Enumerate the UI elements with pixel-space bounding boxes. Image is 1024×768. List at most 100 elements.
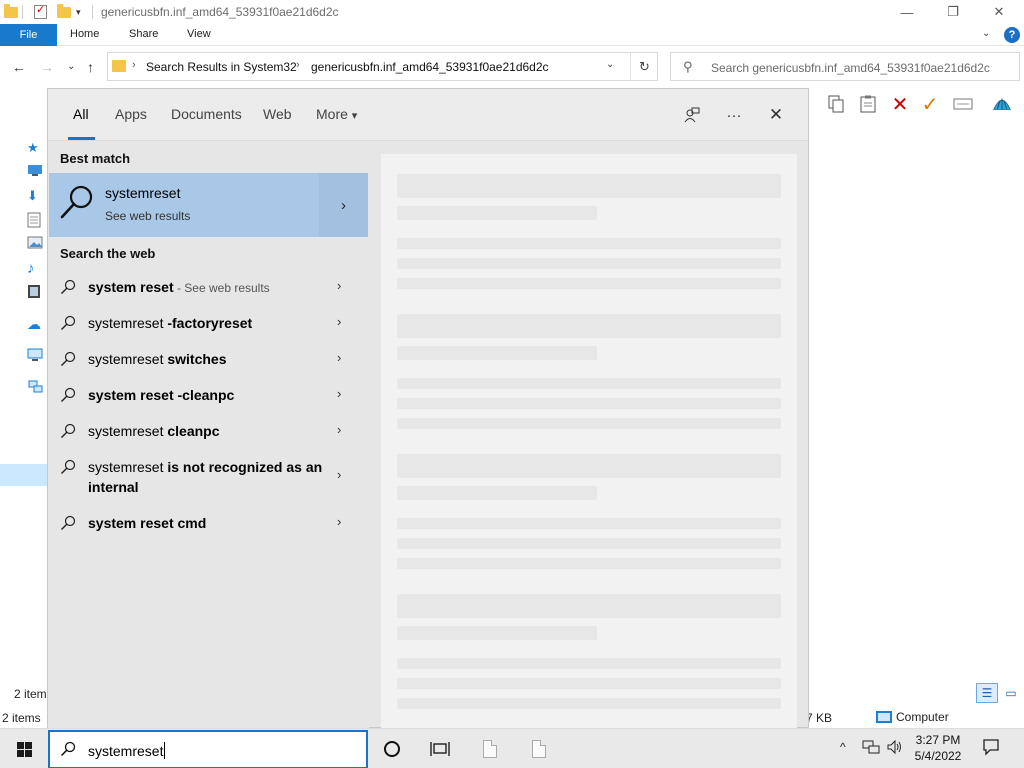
paste-icon[interactable]: [858, 94, 878, 114]
documents-icon[interactable]: [27, 212, 43, 228]
cortana-button[interactable]: [370, 729, 414, 768]
results-pane: Best match systemreset See web results ›…: [48, 142, 369, 729]
best-match-expand-button[interactable]: ›: [319, 173, 368, 237]
suggestion-completion: system reset cmd: [88, 515, 207, 531]
rename-icon[interactable]: [953, 94, 973, 114]
quick-access-icon[interactable]: ★: [27, 140, 43, 155]
delete-icon[interactable]: ✕: [890, 94, 910, 116]
web-suggestion-item[interactable]: system reset -cleanpc ›: [48, 385, 368, 405]
shell-icon[interactable]: [992, 94, 1012, 114]
web-suggestion-item[interactable]: systemreset switches ›: [48, 349, 368, 369]
more-options-button[interactable]: ···: [722, 103, 746, 127]
loading-placeholder-bar: [397, 698, 781, 709]
refresh-button[interactable]: ↻: [630, 53, 658, 80]
task-view-icon: [430, 742, 450, 756]
system-clock[interactable]: 3:27 PM 5/4/2022: [906, 732, 970, 764]
chevron-right-icon[interactable]: ›: [337, 314, 341, 329]
network-tray-icon[interactable]: [862, 739, 880, 758]
tab-home[interactable]: Home: [70, 28, 99, 40]
computer-icon: [876, 711, 892, 723]
taskbar: systemreset ^ 3:27 PM 5/4/2022: [0, 728, 1024, 768]
tab-all[interactable]: All: [73, 106, 89, 122]
downloads-icon[interactable]: ⬇: [27, 188, 43, 203]
videos-icon[interactable]: [27, 284, 43, 298]
start-button[interactable]: [0, 729, 48, 768]
tab-apps[interactable]: Apps: [115, 106, 147, 122]
suggestion-completion: -factoryreset: [167, 315, 253, 331]
status-location-label: Computer: [896, 710, 949, 724]
details-view-button[interactable]: ☰: [976, 683, 998, 703]
close-flyout-button[interactable]: ✕: [764, 103, 788, 127]
web-suggestion-item[interactable]: systemreset is not recognized as an inte…: [48, 457, 368, 497]
web-suggestion-text: systemreset -factoryreset: [88, 313, 324, 333]
task-view-button[interactable]: [418, 729, 462, 768]
recent-locations-button[interactable]: ⌄: [67, 61, 75, 72]
this-pc-icon[interactable]: [27, 348, 43, 362]
chevron-down-icon: ▾: [351, 110, 358, 122]
desktop-icon[interactable]: [27, 164, 43, 178]
check-icon[interactable]: ✓: [920, 94, 940, 116]
maximize-button[interactable]: ❐: [930, 0, 976, 24]
suggestion-query-prefix: systemreset: [88, 315, 168, 331]
address-dropdown-icon[interactable]: ⌄: [606, 59, 614, 70]
folder-icon[interactable]: [4, 3, 18, 21]
address-bar[interactable]: › Search Results in System32 › genericus…: [107, 52, 658, 81]
close-button[interactable]: ✕: [976, 0, 1022, 24]
breadcrumb-search-results[interactable]: Search Results in System32: [146, 60, 297, 74]
search-icon: [60, 741, 76, 757]
tab-view[interactable]: View: [187, 28, 211, 40]
forward-button[interactable]: →: [40, 59, 54, 75]
feedback-icon[interactable]: [680, 103, 704, 127]
copy-icon[interactable]: [826, 94, 846, 114]
pictures-icon[interactable]: [27, 236, 43, 250]
taskbar-app-document-2[interactable]: [517, 729, 561, 768]
taskbar-app-document-1[interactable]: [468, 729, 512, 768]
chevron-right-icon[interactable]: ›: [337, 514, 341, 529]
title-separator: [92, 3, 93, 21]
loading-placeholder-bar: [397, 174, 781, 198]
active-tab-indicator: [68, 137, 95, 140]
show-hidden-icons-button[interactable]: ^: [840, 740, 846, 754]
web-suggestion-text: system reset -cleanpc: [88, 385, 324, 405]
web-suggestion-item[interactable]: system reset - See web results ›: [48, 277, 368, 297]
large-icons-view-button[interactable]: ▭: [1000, 683, 1022, 703]
suggestion-query-prefix: systemreset: [88, 423, 168, 439]
best-match-item[interactable]: systemreset See web results ›: [49, 173, 368, 237]
suggestion-query-prefix: systemreset: [88, 459, 168, 475]
onedrive-icon[interactable]: ☁: [27, 316, 43, 332]
ribbon-collapse-icon[interactable]: ⌄: [982, 28, 990, 39]
new-folder-icon[interactable]: [57, 3, 71, 21]
chevron-right-icon[interactable]: ›: [337, 386, 341, 401]
explorer-search-box[interactable]: ⚲ Search genericusbfn.inf_amd64_53931f0a…: [670, 52, 1020, 81]
loading-placeholder-bar: [397, 594, 781, 618]
chevron-right-icon[interactable]: ›: [337, 278, 341, 293]
minimize-button[interactable]: —: [884, 0, 930, 24]
help-icon[interactable]: ?: [1004, 27, 1020, 43]
chevron-right-icon[interactable]: ›: [337, 350, 341, 365]
music-icon[interactable]: ♪: [27, 260, 43, 277]
breadcrumb-separator[interactable]: ›: [132, 59, 136, 71]
web-suggestion-item[interactable]: systemreset -factoryreset ›: [48, 313, 368, 333]
customize-qat-icon[interactable]: ▾: [76, 3, 81, 21]
notification-center-icon[interactable]: [982, 738, 1000, 761]
properties-icon[interactable]: [34, 3, 47, 21]
loading-placeholder-bar: [397, 278, 781, 289]
tab-more-label: More: [316, 106, 348, 122]
up-button[interactable]: ↑: [87, 59, 94, 75]
back-button[interactable]: ←: [12, 59, 26, 75]
tab-web[interactable]: Web: [263, 106, 292, 122]
tab-documents[interactable]: Documents: [171, 106, 242, 122]
suggestion-completion: system reset -cleanpc: [88, 387, 235, 403]
tab-more[interactable]: More ▾: [316, 106, 357, 122]
tab-file[interactable]: File: [0, 24, 57, 46]
chevron-right-icon[interactable]: ›: [337, 467, 341, 482]
tab-share[interactable]: Share: [129, 28, 158, 40]
web-suggestion-item[interactable]: system reset cmd ›: [48, 513, 368, 533]
volume-tray-icon[interactable]: [886, 739, 904, 758]
breadcrumb-separator[interactable]: ›: [296, 59, 300, 71]
taskbar-search-input[interactable]: systemreset: [48, 730, 368, 768]
breadcrumb-current-folder[interactable]: genericusbfn.inf_amd64_53931f0ae21d6d2c: [311, 60, 549, 74]
chevron-right-icon[interactable]: ›: [337, 422, 341, 437]
network-icon[interactable]: [27, 380, 43, 394]
web-suggestion-item[interactable]: systemreset cleanpc ›: [48, 421, 368, 441]
